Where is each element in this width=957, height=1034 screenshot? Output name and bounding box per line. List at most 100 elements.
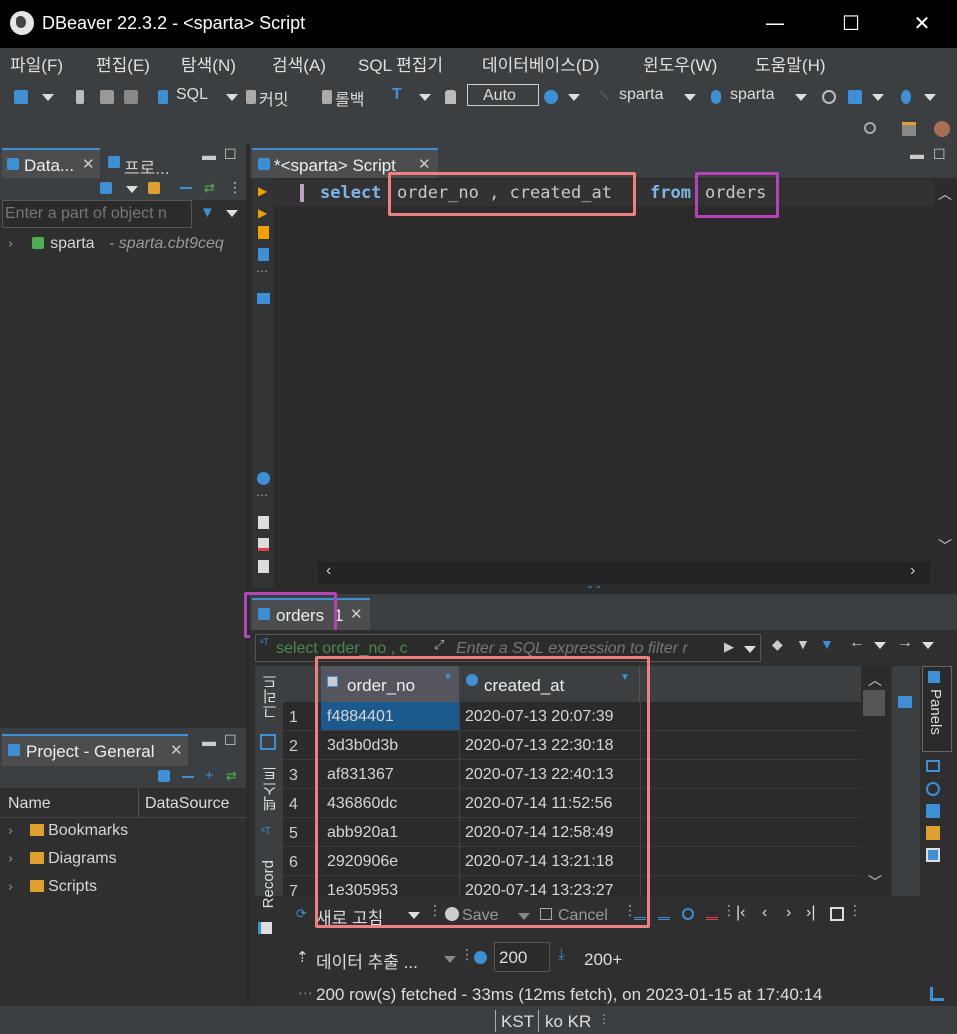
search-icon[interactable]: [901, 90, 911, 104]
back-icon[interactable]: ←: [849, 634, 865, 652]
delete-row-icon[interactable]: [706, 908, 718, 920]
settings-icon[interactable]: [257, 472, 270, 485]
chevron-down-icon[interactable]: [568, 94, 580, 101]
dashboard-icon[interactable]: [822, 90, 836, 104]
filter-settings-icon[interactable]: ▼: [796, 636, 810, 652]
navigator-filter-input[interactable]: Enter a part of object n: [2, 200, 192, 228]
chevron-down-icon[interactable]: [226, 94, 238, 101]
panels-toggle[interactable]: Panels: [922, 666, 952, 752]
maximize-panel-icon[interactable]: ☐: [224, 732, 237, 749]
transaction-mode-icon[interactable]: T: [392, 86, 402, 104]
column-name-header[interactable]: Name: [8, 795, 51, 813]
record-icon[interactable]: [258, 922, 272, 934]
configure-icon[interactable]: [158, 770, 170, 782]
add-icon[interactable]: +: [205, 767, 214, 784]
project-item-diagrams[interactable]: › Diagrams: [8, 850, 117, 868]
scroll-down-icon[interactable]: ﹀: [868, 872, 882, 892]
fetch-more-button[interactable]: 200+: [584, 950, 622, 970]
refresh-icon[interactable]: ⟳: [296, 906, 307, 922]
chevron-down-icon[interactable]: [684, 94, 696, 101]
maximize-panel-icon[interactable]: ☐: [933, 146, 946, 163]
tab-grid[interactable]: 그리드: [260, 674, 281, 719]
tab-project-general[interactable]: Project - General ✕: [2, 734, 188, 766]
more-icon[interactable]: ⋯: [256, 488, 268, 502]
chevron-down-icon[interactable]: [795, 94, 807, 101]
menu-window[interactable]: 윈도우(W): [643, 51, 717, 76]
last-page-icon[interactable]: ›|: [806, 904, 815, 922]
scroll-up-icon[interactable]: ︿: [868, 670, 882, 690]
active-datasource[interactable]: sparta: [619, 86, 663, 104]
history-icon[interactable]: [544, 90, 558, 104]
menu-help[interactable]: 도움말(H): [755, 51, 826, 76]
book-icon[interactable]: [898, 696, 912, 708]
calc-icon[interactable]: [926, 826, 940, 840]
erase-filter-icon[interactable]: ◆: [772, 636, 783, 653]
minimize-panel-icon[interactable]: ▬: [202, 733, 216, 749]
fetch-size-input[interactable]: 200: [494, 942, 550, 972]
grid-vertical-scrollbar[interactable]: ︿ ﹀: [861, 666, 889, 896]
chevron-down-icon[interactable]: [874, 642, 886, 649]
tab-database-navigator[interactable]: Data... ✕: [2, 148, 100, 178]
explain-plan-icon[interactable]: [258, 248, 269, 261]
disconnect-icon[interactable]: [100, 90, 114, 104]
first-page-icon[interactable]: |‹: [736, 904, 745, 922]
editor-horizontal-scrollbar[interactable]: ‹ ›: [318, 562, 930, 584]
next-page-icon[interactable]: ›: [786, 904, 791, 922]
scroll-thumb[interactable]: [863, 690, 885, 716]
editor-vertical-scrollbar[interactable]: ︿ ﹀: [934, 178, 956, 562]
close-icon[interactable]: ✕: [82, 155, 95, 173]
fetch-next-icon[interactable]: ⤓: [558, 946, 565, 963]
references-icon[interactable]: [926, 848, 940, 862]
copy-row-icon[interactable]: [658, 908, 670, 920]
commit-icon[interactable]: [246, 90, 256, 104]
search-icon[interactable]: [864, 122, 876, 134]
settings-icon[interactable]: [474, 951, 487, 964]
save-script-icon[interactable]: [258, 560, 269, 573]
open-perspective-icon[interactable]: [902, 122, 916, 136]
connect-icon[interactable]: [76, 90, 84, 104]
sql-button[interactable]: SQL: [176, 86, 208, 104]
rollback-button[interactable]: 롤백: [335, 86, 364, 110]
link-icon[interactable]: ⇄: [226, 768, 237, 784]
fit-icon[interactable]: [830, 907, 844, 921]
connection-tree-item[interactable]: › sparta - sparta.cbt9ceq: [8, 235, 248, 257]
scroll-up-icon[interactable]: ︿: [938, 184, 952, 204]
invalidate-icon[interactable]: [124, 90, 138, 104]
load-script-icon[interactable]: [258, 538, 269, 551]
scroll-down-icon[interactable]: ﹀: [938, 536, 952, 556]
lock-icon[interactable]: [445, 90, 456, 104]
value-viewer-icon[interactable]: [926, 760, 940, 772]
chevron-down-icon[interactable]: [444, 956, 456, 963]
menu-database[interactable]: 데이터베이스(D): [482, 51, 599, 76]
rollback-icon[interactable]: [322, 90, 332, 104]
column-datasource-header[interactable]: DataSource: [145, 795, 230, 813]
filter-icon[interactable]: ▼: [200, 204, 215, 221]
grouping-icon[interactable]: [926, 804, 940, 818]
diagram-icon[interactable]: [848, 90, 862, 104]
maximize-panel-icon[interactable]: ☐: [224, 146, 237, 163]
minimize-panel-icon[interactable]: ▬: [910, 146, 924, 162]
chevron-down-icon[interactable]: [226, 210, 238, 217]
close-button[interactable]: ✕: [907, 10, 937, 36]
chevron-down-icon[interactable]: [872, 94, 884, 101]
forward-icon[interactable]: →: [897, 634, 913, 652]
menu-navigate[interactable]: 탐색(N): [181, 51, 236, 76]
project-item-bookmarks[interactable]: › Bookmarks: [8, 822, 128, 840]
apply-filter-icon[interactable]: ▶: [724, 639, 734, 655]
scroll-right-icon[interactable]: ›: [910, 562, 915, 580]
menu-search[interactable]: 검색(A): [272, 51, 326, 76]
tab-projects[interactable]: 프로...: [106, 150, 196, 178]
sql-editor-icon[interactable]: [158, 90, 168, 104]
filter-icon[interactable]: ▼: [820, 636, 834, 652]
execute-statement-icon[interactable]: ▶: [258, 184, 267, 198]
chevron-down-icon[interactable]: [922, 642, 934, 649]
metadata-icon[interactable]: [926, 782, 940, 796]
more-icon[interactable]: ⋯: [256, 264, 268, 278]
maximize-button[interactable]: ☐: [836, 10, 866, 36]
close-icon[interactable]: ✕: [350, 605, 363, 623]
minimize-panel-icon[interactable]: ▬: [202, 147, 216, 163]
perspective-avatar-icon[interactable]: [934, 121, 950, 137]
menu-sql-editor[interactable]: SQL 편집기: [358, 51, 443, 76]
tab-record[interactable]: Record: [260, 860, 277, 908]
active-schema[interactable]: sparta: [730, 86, 774, 104]
